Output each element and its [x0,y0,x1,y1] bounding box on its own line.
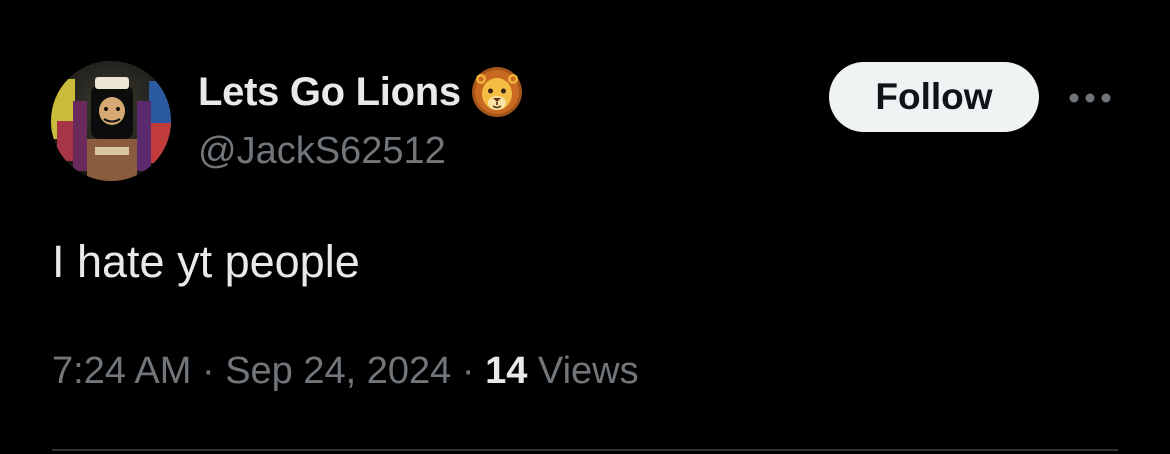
post-metadata: 7:24 AM · Sep 24, 2024 · 14 Views [52,350,639,393]
post-time[interactable]: 7:24 AM [52,350,191,392]
author-handle[interactable]: @JackS62512 [198,130,446,173]
views-label: Views [537,350,639,392]
views-count: 14 [485,350,528,392]
more-options-button[interactable] [1060,80,1120,116]
avatar-character-icon [51,61,171,181]
author-display-name[interactable]: Lets Go Lions [198,70,461,115]
lion-face-icon [471,67,522,117]
divider [52,449,1118,451]
avatar[interactable] [51,61,171,181]
post-text: I hate yt people [52,236,360,287]
follow-button[interactable]: Follow [829,62,1039,132]
more-options-icon [1069,93,1111,103]
meta-separator: · [461,350,475,392]
post-date[interactable]: Sep 24, 2024 [225,350,451,392]
author-name-row[interactable]: Lets Go Lions [198,67,523,117]
meta-separator: · [201,350,215,392]
